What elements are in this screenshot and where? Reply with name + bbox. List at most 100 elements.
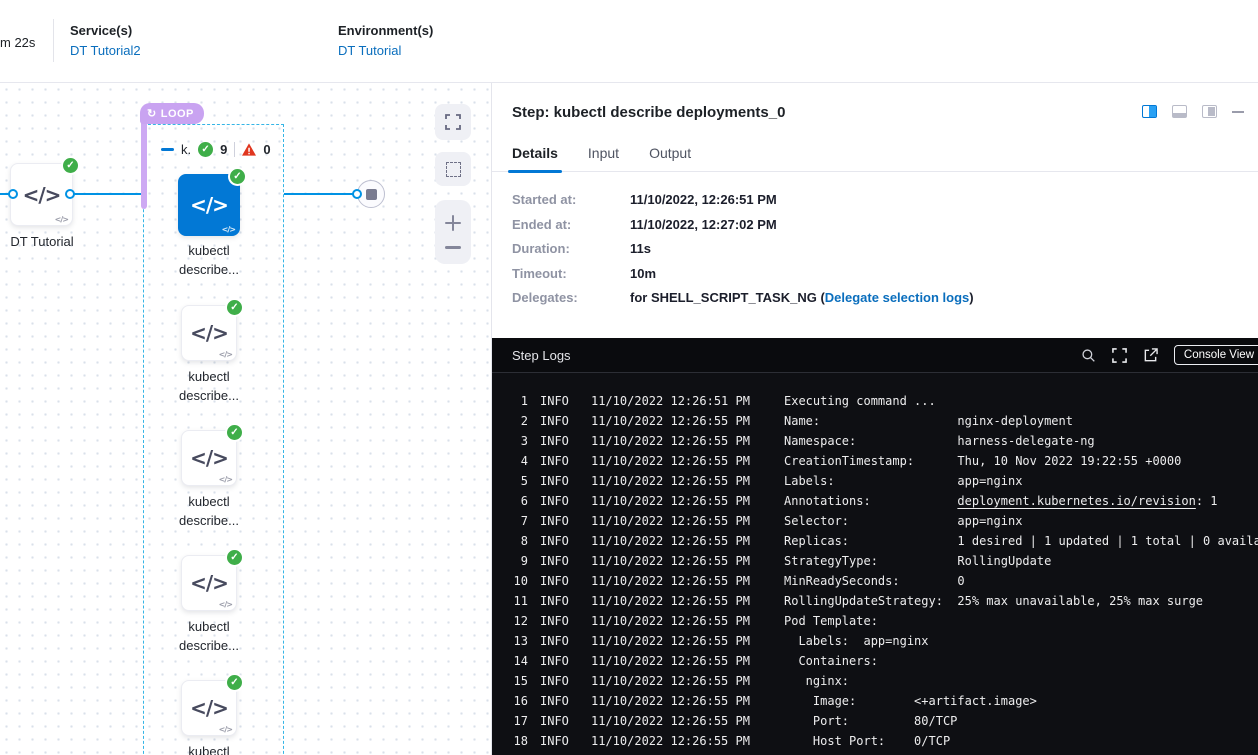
log-line-number: 16	[492, 691, 528, 711]
fullscreen-icon	[445, 114, 461, 130]
collapse-icon[interactable]	[161, 148, 174, 151]
step-label: kubectldescribe...	[149, 742, 269, 755]
log-timestamp: 11/10/2022 12:26:51 PM	[591, 391, 751, 411]
log-message: Labels: app=nginx	[784, 631, 929, 651]
log-message: CreationTimestamp: Thu, 10 Nov 2022 19:2…	[784, 451, 1181, 471]
environment-link[interactable]: DT Tutorial	[338, 43, 433, 58]
step-node-kubectl-describe[interactable]: </> </> ✓	[181, 680, 237, 736]
step-details: Started at: 11/10/2022, 12:26:51 PM Ende…	[512, 193, 974, 316]
log-message: Namespace: harness-delegate-ng	[784, 431, 1095, 451]
log-line-number: 9	[492, 551, 528, 571]
zoom-controls	[435, 200, 471, 264]
log-level: INFO	[540, 611, 576, 631]
step-label: kubectldescribe...	[149, 617, 269, 655]
tab-input[interactable]: Input	[588, 139, 619, 171]
connector-port	[8, 189, 18, 199]
log-level: INFO	[540, 571, 576, 591]
log-line-number: 17	[492, 711, 528, 731]
canvas-fit-button[interactable]	[435, 152, 471, 186]
log-timestamp: 11/10/2022 12:26:55 PM	[591, 511, 751, 531]
code-icon-small: </>	[222, 225, 235, 234]
log-timestamp: 11/10/2022 12:26:55 PM	[591, 551, 751, 571]
log-line-number: 12	[492, 611, 528, 631]
layout-split-right-icon[interactable]	[1142, 105, 1157, 118]
tab-details[interactable]: Details	[512, 139, 558, 171]
success-check-icon: ✓	[227, 300, 242, 315]
step-node-kubectl-describe[interactable]: </> </> ✓	[181, 430, 237, 486]
code-icon-small: </>	[219, 600, 232, 609]
stage-node-dt-tutorial[interactable]: </> </> ✓	[10, 163, 73, 226]
tab-output[interactable]: Output	[649, 139, 691, 171]
layout-bottom-icon[interactable]	[1172, 105, 1187, 118]
step-node-kubectl-describe[interactable]: </> </> ✓	[178, 174, 240, 236]
warning-triangle-icon	[242, 143, 256, 156]
step-logs-header: Step Logs Console View	[492, 338, 1258, 373]
zoom-in-button[interactable]	[445, 215, 461, 231]
pipeline-canvas[interactable]: </> </> ✓ DT Tutorial ↻ LOOP k. ✓ 9 0 </…	[0, 83, 492, 755]
log-line-number: 2	[492, 411, 528, 431]
detail-row-started: Started at: 11/10/2022, 12:26:51 PM	[512, 193, 974, 207]
log-line-number: 14	[492, 651, 528, 671]
log-message: Annotations: deployment.kubernetes.io/re…	[784, 491, 1218, 511]
log-level: INFO	[540, 491, 576, 511]
log-timestamp: 11/10/2022 12:26:55 PM	[591, 651, 751, 671]
log-message: Pod Template:	[784, 611, 878, 631]
log-line: 17 INFO 11/10/2022 12:26:55 PM Port: 80/…	[492, 711, 1258, 731]
loop-icon: ↻	[147, 107, 157, 120]
step-logs-panel: Step Logs Console View 1 INFO 11/10/2022	[492, 338, 1258, 755]
step-node-kubectl-describe[interactable]: </> </> ✓	[181, 305, 237, 361]
console-view-button[interactable]: Console View	[1174, 345, 1258, 365]
log-line: 4 INFO 11/10/2022 12:26:55 PM CreationTi…	[492, 451, 1258, 471]
success-count: 9	[220, 142, 227, 157]
panel-layout-controls	[1142, 105, 1244, 118]
log-message: Name: nginx-deployment	[784, 411, 1073, 431]
log-line: 2 INFO 11/10/2022 12:26:55 PM Name: ngin…	[492, 411, 1258, 431]
code-icon: </>	[190, 446, 228, 470]
execution-header: m 22s Service(s) DT Tutorial2 Environmen…	[0, 0, 1258, 83]
code-icon-small: </>	[219, 350, 232, 359]
canvas-fullscreen-button[interactable]	[435, 104, 471, 140]
zoom-out-button[interactable]	[445, 246, 461, 249]
log-message: Selector: app=nginx	[784, 511, 1022, 531]
log-timestamp: 11/10/2022 12:26:55 PM	[591, 571, 751, 591]
log-message: MinReadySeconds: 0	[784, 571, 965, 591]
log-message: Host Port: 0/TCP	[784, 731, 950, 751]
minimize-icon[interactable]	[1232, 111, 1244, 113]
log-message: nginx:	[784, 671, 849, 691]
log-line-number: 5	[492, 471, 528, 491]
log-level: INFO	[540, 691, 576, 711]
log-timestamp: 11/10/2022 12:26:55 PM	[591, 591, 751, 611]
service-link[interactable]: DT Tutorial2	[70, 43, 141, 58]
layout-right-icon[interactable]	[1202, 105, 1217, 118]
log-line: 6 INFO 11/10/2022 12:26:55 PM Annotation…	[492, 491, 1258, 511]
log-line-number: 11	[492, 591, 528, 611]
log-line-number: 3	[492, 431, 528, 451]
log-line-number: 10	[492, 571, 528, 591]
code-icon: </>	[190, 696, 228, 720]
environments-block: Environment(s) DT Tutorial	[338, 23, 433, 58]
panel-tabs: Details Input Output	[492, 139, 1258, 172]
log-message: Executing command ...	[784, 391, 936, 411]
loop-group-header: k. ✓ 9 0	[161, 138, 271, 160]
log-line: 8 INFO 11/10/2022 12:26:55 PM Replicas: …	[492, 531, 1258, 551]
delegate-selection-logs-link[interactable]: Delegate selection logs	[825, 290, 970, 305]
connector-port	[352, 189, 362, 199]
loop-badge: ↻ LOOP	[140, 103, 204, 124]
log-line-number: 7	[492, 511, 528, 531]
detail-row-delegates: Delegates: for SHELL_SCRIPT_TASK_NG (Del…	[512, 291, 974, 305]
log-line: 11 INFO 11/10/2022 12:26:55 PM RollingUp…	[492, 591, 1258, 611]
log-link[interactable]: deployment.kubernetes.io/revision	[957, 494, 1195, 508]
log-timestamp: 11/10/2022 12:26:55 PM	[591, 451, 751, 471]
search-icon[interactable]	[1081, 348, 1096, 363]
stop-icon	[366, 189, 377, 200]
error-count: 0	[263, 142, 270, 157]
log-output[interactable]: 1 INFO 11/10/2022 12:26:51 PM Executing …	[492, 373, 1258, 751]
fullscreen-icon[interactable]	[1112, 348, 1127, 363]
step-node-kubectl-describe[interactable]: </> </> ✓	[181, 555, 237, 611]
success-check-icon: ✓	[63, 158, 78, 173]
log-timestamp: 11/10/2022 12:26:55 PM	[591, 731, 751, 751]
detail-row-timeout: Timeout: 10m	[512, 267, 974, 281]
detail-row-duration: Duration: 11s	[512, 242, 974, 256]
code-icon: </>	[23, 183, 61, 207]
open-in-new-tab-icon[interactable]	[1143, 348, 1158, 363]
